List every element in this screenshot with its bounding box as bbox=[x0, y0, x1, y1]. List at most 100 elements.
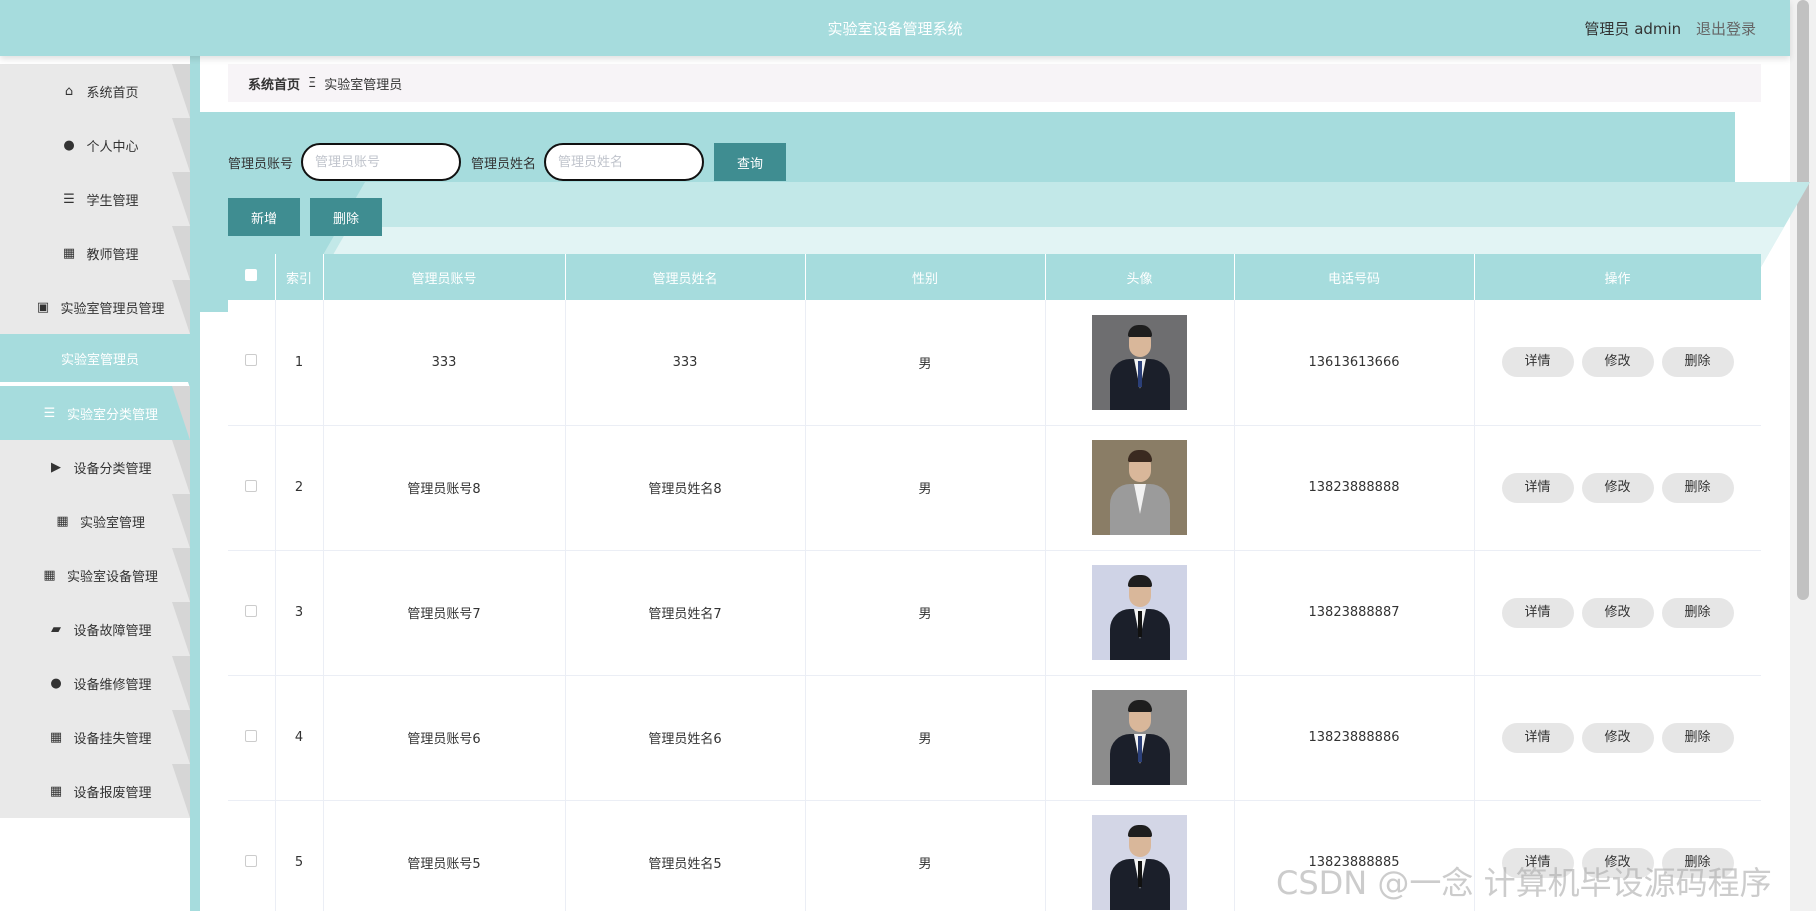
sidebar-item-lab-devices[interactable]: ▦ 实验室设备管理 bbox=[0, 548, 200, 602]
admin-table: 索引 管理员账号 管理员姓名 性别 头像 电话号码 操作 1 333 333 男 bbox=[228, 254, 1761, 911]
sidebar-item-device-scrap[interactable]: ▦ 设备报废管理 bbox=[0, 764, 200, 818]
sidebar-item-labs[interactable]: ▦ 实验室管理 bbox=[0, 494, 200, 548]
column-header: 管理员账号 bbox=[323, 254, 566, 300]
top-header: 实验室设备管理系统 管理员 admin 退出登录 bbox=[0, 0, 1790, 56]
edit-button[interactable]: 修改 bbox=[1581, 472, 1654, 503]
sidebar-item-label: 实验室管理 bbox=[79, 515, 145, 531]
action-bar: 新增 删除 bbox=[228, 198, 392, 236]
row-checkbox[interactable] bbox=[245, 604, 258, 617]
sidebar-item-label: 实验室管理员管理 bbox=[60, 301, 165, 317]
name-search-input[interactable] bbox=[544, 143, 705, 181]
sidebar-item-home[interactable]: ⌂ 系统首页 bbox=[0, 64, 200, 118]
sidebar-item-label: 设备维修管理 bbox=[73, 677, 152, 693]
sidebar-item-lab-admin-mgmt[interactable]: ▣ 实验室管理员管理 bbox=[0, 280, 200, 334]
row-name: 333 bbox=[565, 300, 806, 426]
account-search-input[interactable] bbox=[301, 143, 462, 181]
sidebar-item-profile[interactable]: ● 个人中心 bbox=[0, 118, 200, 172]
edit-button[interactable]: 修改 bbox=[1581, 347, 1654, 378]
detail-button[interactable]: 详情 bbox=[1501, 597, 1574, 628]
row-index: 5 bbox=[275, 800, 324, 911]
breadcrumb-home[interactable]: 系统首页 bbox=[248, 74, 300, 93]
row-gender: 男 bbox=[805, 550, 1046, 676]
row-index: 1 bbox=[275, 300, 324, 426]
row-gender: 男 bbox=[805, 300, 1046, 426]
column-header: 索引 bbox=[275, 254, 324, 300]
row-account: 管理员账号6 bbox=[323, 675, 566, 801]
avatar bbox=[1092, 440, 1187, 535]
sidebar-item-device-faults[interactable]: ▰ 设备故障管理 bbox=[0, 602, 200, 656]
row-checkbox[interactable] bbox=[245, 854, 258, 867]
column-header: 操作 bbox=[1474, 254, 1761, 300]
clipboard-icon: ▣ bbox=[36, 299, 50, 315]
detail-button[interactable]: 详情 bbox=[1501, 347, 1574, 378]
logout-link[interactable]: 退出登录 bbox=[1696, 20, 1756, 38]
table-row: 3 管理员账号7 管理员姓名7 男 13823888887 详情 修改 删除 bbox=[228, 550, 1761, 676]
column-header: 性别 bbox=[805, 254, 1046, 300]
query-button[interactable]: 查询 bbox=[714, 143, 787, 181]
sidebar-item-device-category[interactable]: ▶ 设备分类管理 bbox=[0, 440, 200, 494]
row-index: 2 bbox=[275, 425, 324, 551]
row-name: 管理员姓名7 bbox=[565, 550, 806, 676]
edit-button[interactable]: 修改 bbox=[1581, 722, 1654, 753]
edit-button[interactable]: 修改 bbox=[1581, 597, 1654, 628]
home-icon: ⌂ bbox=[64, 83, 74, 99]
sidebar-item-label: 设备报废管理 bbox=[73, 785, 152, 801]
table-row: 4 管理员账号6 管理员姓名6 男 13823888886 详情 修改 删除 bbox=[228, 675, 1761, 801]
name-label: 管理员姓名 bbox=[471, 156, 537, 172]
delete-button[interactable]: 删除 bbox=[1661, 347, 1734, 378]
batch-delete-button[interactable]: 删除 bbox=[310, 198, 382, 236]
column-header: 电话号码 bbox=[1234, 254, 1475, 300]
sidebar-item-device-repair[interactable]: ● 设备维修管理 bbox=[0, 656, 200, 710]
table-row: 1 333 333 男 13613613666 详情 修改 删除 bbox=[228, 300, 1761, 426]
list-icon: ☰ bbox=[63, 191, 75, 207]
sidebar-item-label: 实验室管理员 bbox=[60, 352, 139, 368]
select-all-header[interactable] bbox=[228, 254, 276, 300]
delete-button[interactable]: 删除 bbox=[1661, 472, 1734, 503]
avatar bbox=[1092, 565, 1187, 660]
sidebar-item-device-lost[interactable]: ▦ 设备挂失管理 bbox=[0, 710, 200, 764]
avatar bbox=[1092, 690, 1187, 785]
sidebar-item-label: 系统首页 bbox=[86, 85, 139, 101]
column-header: 头像 bbox=[1045, 254, 1235, 300]
page-scrollbar[interactable] bbox=[1790, 0, 1816, 911]
row-index: 3 bbox=[275, 550, 324, 676]
row-account: 333 bbox=[323, 300, 566, 426]
app-title: 实验室设备管理系统 bbox=[827, 20, 963, 38]
sidebar-item-label: 设备故障管理 bbox=[73, 623, 152, 639]
row-index: 4 bbox=[275, 675, 324, 801]
list-icon: ☰ bbox=[43, 405, 56, 421]
row-checkbox[interactable] bbox=[245, 479, 258, 492]
video-icon: ▶ bbox=[50, 459, 61, 475]
detail-button[interactable]: 详情 bbox=[1501, 722, 1574, 753]
sidebar-item-students[interactable]: ☰ 学生管理 bbox=[0, 172, 200, 226]
row-name: 管理员姓名8 bbox=[565, 425, 806, 551]
table-header-row: 索引 管理员账号 管理员姓名 性别 头像 电话号码 操作 bbox=[228, 254, 1761, 300]
sidebar-item-lab-category[interactable]: ☰ 实验室分类管理 bbox=[0, 386, 200, 440]
row-gender: 男 bbox=[805, 425, 1046, 551]
sidebar-subitem-lab-admin[interactable]: 实验室管理员 bbox=[0, 334, 200, 388]
row-account: 管理员账号8 bbox=[323, 425, 566, 551]
row-checkbox[interactable] bbox=[245, 729, 258, 742]
row-name: 管理员姓名6 bbox=[565, 675, 806, 801]
delete-button[interactable]: 删除 bbox=[1661, 597, 1734, 628]
sidebar-item-label: 学生管理 bbox=[86, 193, 139, 209]
delete-button[interactable]: 删除 bbox=[1661, 722, 1734, 753]
select-all-checkbox[interactable] bbox=[245, 269, 258, 281]
user-icon: ● bbox=[50, 675, 62, 691]
avatar bbox=[1092, 815, 1187, 910]
add-button[interactable]: 新增 bbox=[228, 198, 300, 236]
grid-icon: ▦ bbox=[43, 567, 56, 583]
sidebar: ⌂ 系统首页 ● 个人中心 ☰ 学生管理 ▦ 教师管理 ▣ 实验室管理员管理 实验室管理员… bbox=[0, 56, 200, 911]
breadcrumb-current: 实验室管理员 bbox=[324, 77, 403, 93]
row-phone: 13823888888 bbox=[1234, 425, 1475, 551]
sidebar-item-teachers[interactable]: ▦ 教师管理 bbox=[0, 226, 200, 280]
scrollbar-thumb[interactable] bbox=[1797, 0, 1809, 600]
row-phone: 13613613666 bbox=[1234, 300, 1475, 426]
row-name: 管理员姓名5 bbox=[565, 800, 806, 911]
sidebar-edge bbox=[190, 56, 200, 911]
detail-button[interactable]: 详情 bbox=[1501, 472, 1574, 503]
grid-icon: ▦ bbox=[62, 245, 76, 261]
search-form: 管理员账号 管理员姓名 查询 bbox=[228, 142, 787, 182]
row-checkbox[interactable] bbox=[245, 354, 258, 367]
sidebar-item-label: 教师管理 bbox=[86, 247, 139, 263]
